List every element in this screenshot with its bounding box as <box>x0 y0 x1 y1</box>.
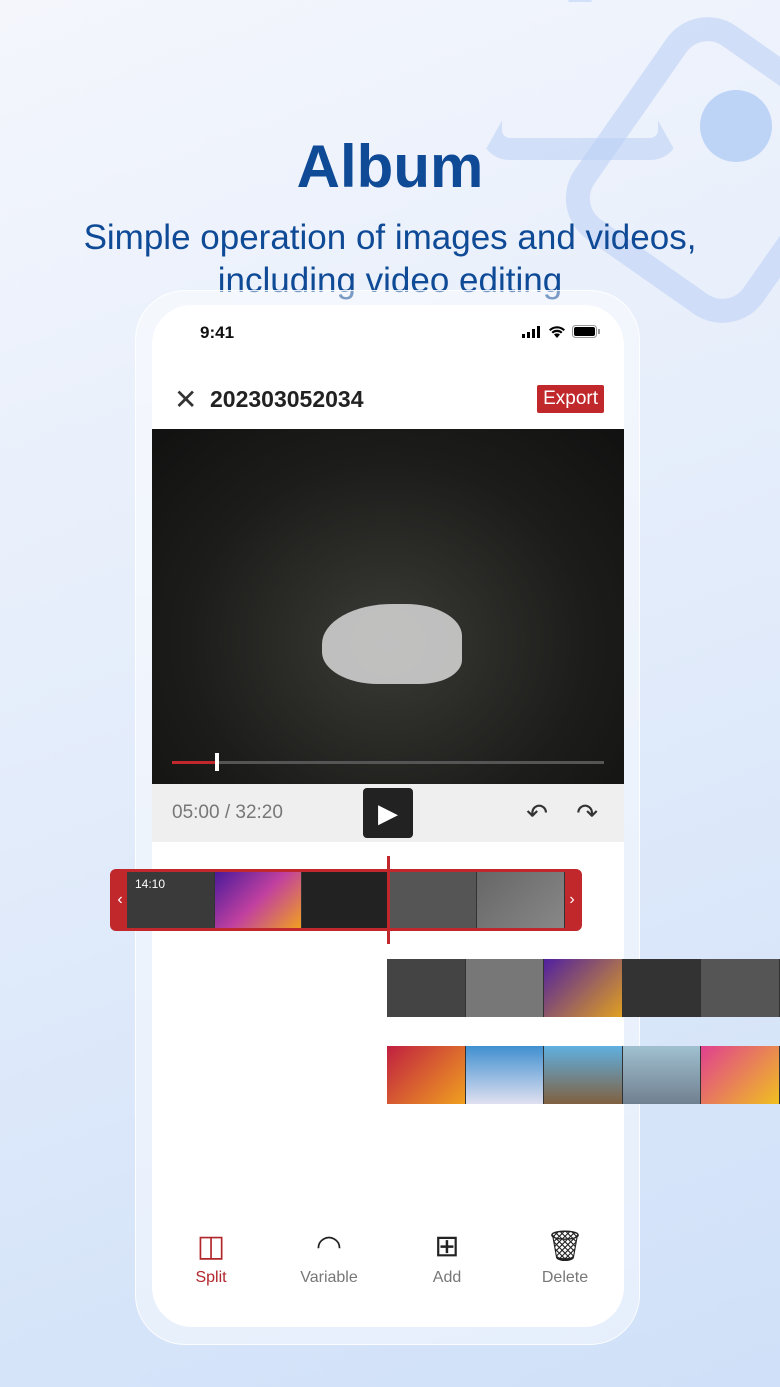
redo-icon[interactable]: ↷ <box>576 798 598 829</box>
clip-strip-3[interactable] <box>387 1046 780 1104</box>
thermal-fox-image <box>322 604 462 684</box>
thumbnail <box>701 959 780 1017</box>
edit-toolbar: ◫ Split ◠ Variable ⊞ Add 🗑 Delete <box>152 1229 624 1287</box>
toolbar-label: Split <box>195 1269 227 1286</box>
signal-icon <box>522 326 540 338</box>
thumbnail <box>214 872 303 928</box>
clip-thumbnails <box>127 872 565 928</box>
player-controls: 05:00 / 32:20 ▶ ↶ ↷ <box>152 784 624 842</box>
timecode: 05:00 / 32:20 <box>172 802 283 823</box>
toolbar-label: Add <box>432 1269 462 1286</box>
subtitle-line: Simple operation of images and videos, <box>83 218 697 257</box>
toolbar-label: Variable <box>300 1269 358 1286</box>
video-title: 202303052034 <box>210 385 364 412</box>
delete-button[interactable]: 🗑 Delete <box>520 1229 610 1287</box>
status-icons <box>522 325 600 338</box>
thumbnail <box>477 872 565 928</box>
wifi-icon <box>549 326 565 338</box>
close-icon[interactable]: ✕ <box>174 383 210 416</box>
clip-timestamp: 14:10 <box>135 877 166 891</box>
variable-button[interactable]: ◠ Variable <box>284 1229 374 1287</box>
selected-clip[interactable]: ‹ › 14:10 <box>110 869 582 931</box>
trim-left-handle[interactable]: ‹ <box>113 891 127 909</box>
video-progress-bar[interactable] <box>172 753 604 771</box>
status-time: 9:41 <box>200 323 235 342</box>
add-square-icon: ⊞ <box>434 1230 460 1263</box>
thumbnail <box>622 1046 702 1104</box>
undo-icon[interactable]: ↶ <box>526 798 548 829</box>
speed-gauge-icon: ◠ <box>315 1230 343 1263</box>
progress-fill <box>172 761 216 764</box>
trash-icon: 🗑 <box>545 1230 585 1263</box>
trim-right-handle[interactable]: › <box>565 891 579 909</box>
phone-screen: 9:41 ✕ 202303052034 Export 05:00 / 32:20… <box>152 305 624 1327</box>
play-button[interactable]: ▶ <box>363 788 413 838</box>
thumbnail <box>302 872 390 928</box>
split-button[interactable]: ◫ Split <box>166 1229 256 1287</box>
thumbnail <box>387 959 466 1017</box>
thumbnail <box>544 1046 623 1104</box>
thumbnail <box>622 959 702 1017</box>
thumbnail <box>387 1046 466 1104</box>
thumbnail <box>701 1046 780 1104</box>
hero-title: Album <box>296 133 484 200</box>
export-button[interactable]: Export <box>537 385 604 413</box>
play-icon: ▶ <box>378 797 398 828</box>
progress-knob[interactable] <box>215 753 220 771</box>
editor-header: ✕ 202303052034 Export <box>174 383 604 415</box>
video-preview[interactable] <box>152 429 624 784</box>
thumbnail <box>544 959 623 1017</box>
battery-icon <box>572 325 600 338</box>
toolbar-label: Delete <box>541 1269 589 1286</box>
add-button[interactable]: ⊞ Add <box>402 1229 492 1287</box>
split-icon: ◫ <box>196 1230 226 1263</box>
playhead[interactable] <box>387 856 390 944</box>
clip-strip-2[interactable] <box>387 959 780 1017</box>
thumbnail <box>465 959 545 1017</box>
thumbnail <box>389 872 478 928</box>
thumbnail <box>465 1046 545 1104</box>
